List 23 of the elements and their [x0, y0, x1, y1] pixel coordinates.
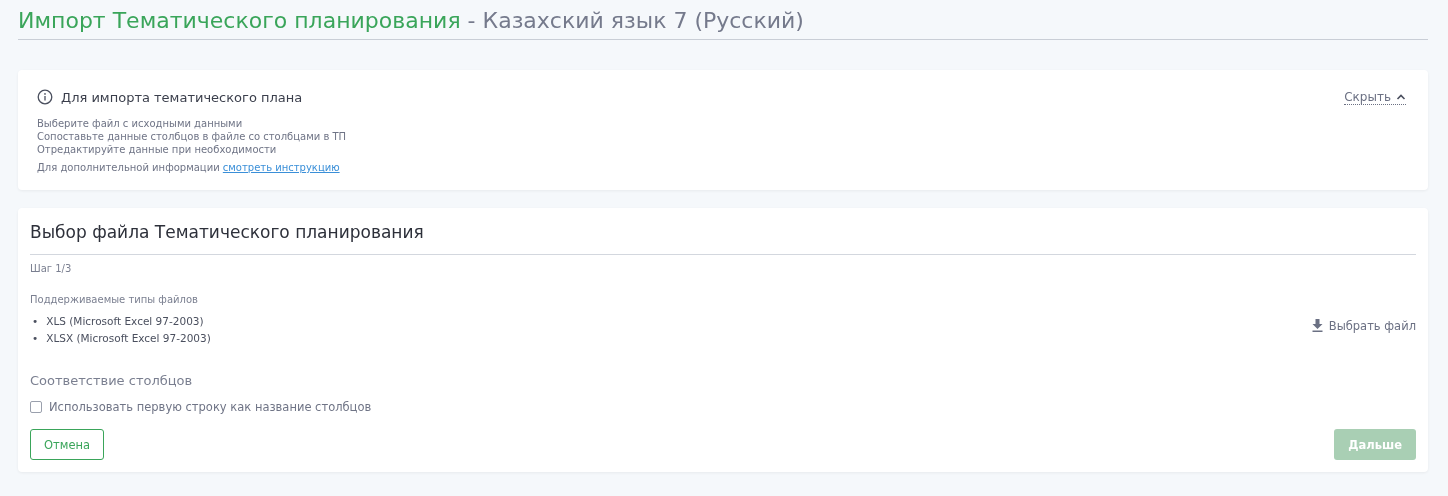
file-type-item: XLSX (Microsoft Excel 97-2003) — [46, 331, 211, 346]
mapping-title: Соответствие столбцов — [30, 373, 194, 388]
more-info-text: Для дополнительной информации смотреть инструкцию — [37, 162, 341, 173]
step-indicator: Шаг 1/3 — [30, 263, 73, 274]
page-title: Импорт Тематического планирования - Казахский язык 7 (Русский) — [18, 8, 805, 33]
info-icon — [37, 89, 53, 105]
instruction-line: Отредактируйте данные при необходимости — [37, 143, 278, 156]
choose-file-button[interactable]: Выбрать файл — [1311, 318, 1416, 333]
file-types-label: Поддерживаемые типы файлов — [30, 294, 199, 305]
cancel-button[interactable]: Отмена — [30, 429, 105, 460]
instruction-line: Сопоставьте данные столбцов в файле со столбцами в ТП — [37, 130, 348, 143]
file-type-item: XLS (Microsoft Excel 97-2003) — [46, 314, 204, 329]
bullet: • — [32, 314, 39, 329]
info-title: Для импорта тематического плана — [61, 89, 304, 105]
chevron-up-icon — [1396, 92, 1406, 101]
hide-toggle[interactable]: Скрыть — [1344, 89, 1406, 105]
bullet: • — [32, 331, 39, 346]
instruction-link[interactable]: смотреть инструкцию — [222, 162, 340, 173]
checkbox[interactable] — [30, 401, 42, 413]
card-title: Выбор файла Тематического планирования — [30, 221, 425, 244]
checkbox-label: Использовать первую строку как название столбцов — [49, 400, 372, 414]
download-icon — [1311, 319, 1323, 332]
instruction-line: Выберите файл с исходными данными — [37, 117, 244, 130]
